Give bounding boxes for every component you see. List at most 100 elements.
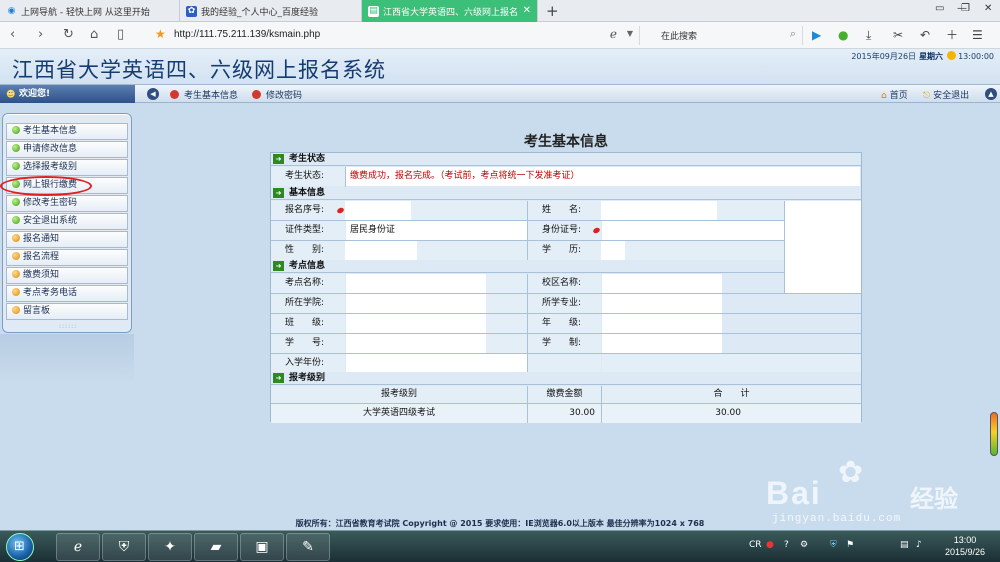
favorite-star-icon[interactable]: ★: [155, 27, 166, 41]
tray-volume-icon[interactable]: ♪: [916, 540, 922, 550]
redacted-block: [345, 241, 417, 260]
site-title: 江西省大学英语四、六级网上报名系统: [12, 58, 386, 82]
campus-label: 校区名称:: [528, 274, 601, 293]
bullet-icon: [12, 162, 20, 170]
tray-help-icon[interactable]: ?: [784, 540, 789, 550]
id-no-value: [602, 221, 784, 240]
play-icon[interactable]: ▶: [812, 27, 821, 43]
site-header: 江西省大学英语四、六级网上报名系统 2015年09月26日 星期六 13:00:00: [0, 49, 1000, 85]
menu-item-change-password[interactable]: 修改密码: [252, 88, 302, 101]
student-no-value: [346, 334, 486, 353]
taskbar-folder-icon[interactable]: ▰: [194, 533, 238, 561]
page-footer: 版权所有：江西省教育考试院 Copyright @ 2015 要求使用：IE浏览…: [295, 519, 705, 528]
bullet-icon: [12, 288, 20, 296]
back-icon[interactable]: ‹: [10, 27, 15, 43]
chat-icon[interactable]: ●: [838, 27, 848, 43]
sidebar-item-process[interactable]: 报名流程: [6, 249, 128, 266]
download-icon[interactable]: ⤓: [866, 27, 871, 43]
watermark-brand: Bai: [766, 475, 822, 511]
user-icon: ☻: [6, 90, 16, 100]
sidebar-item-change-password[interactable]: 修改考生密码: [6, 195, 128, 212]
bullet-icon: [12, 252, 20, 260]
sidebar-item-logout[interactable]: 安全退出系统: [6, 213, 128, 230]
taskbar-game-icon[interactable]: ✦: [148, 533, 192, 561]
tab-navigation[interactable]: ◉ 上网导航 - 轻快上网 从这里开始: [0, 0, 180, 22]
menu-item-logout[interactable]: ⎋ 安全退出: [923, 88, 969, 101]
restore-window-icon[interactable]: ❐: [961, 3, 970, 14]
ie-engine-icon[interactable]: ℯ: [610, 27, 617, 41]
sidebar-item-student-info[interactable]: 考生基本信息: [6, 123, 128, 140]
close-window-icon[interactable]: ✕: [984, 3, 992, 14]
site-name-label: 考点名称:: [271, 274, 345, 293]
taskbar-shield-icon[interactable]: ⛨: [102, 533, 146, 561]
gender-label: 性 别:: [271, 241, 345, 260]
fee-row-total: 30.00: [602, 404, 861, 423]
sidebar-item-select-level[interactable]: 选择报考级别: [6, 159, 128, 176]
grid-line: [784, 201, 785, 293]
home-icon[interactable]: ⌂: [90, 27, 98, 43]
search-input[interactable]: 在此搜索: [661, 29, 697, 42]
empty-cell: [602, 354, 861, 373]
taskbar-screen-icon[interactable]: ▣: [240, 533, 284, 561]
tray-input-icon[interactable]: ●: [766, 540, 774, 550]
annotation-circle: [0, 176, 92, 196]
add-icon[interactable]: ＋: [946, 27, 958, 43]
bullet-icon: [12, 306, 20, 314]
taskbar-paint-icon[interactable]: ✎: [286, 533, 330, 561]
clock-icon: [947, 51, 957, 60]
grid-line: [527, 386, 528, 423]
tab-registration-system[interactable]: ▤ 江西省大学英语四、六级网上报名系 ✕: [362, 0, 538, 22]
new-tab-button[interactable]: +: [546, 2, 559, 20]
refresh-icon[interactable]: ↻: [63, 27, 74, 43]
windows-logo-icon: ⊞: [14, 539, 25, 554]
tab-baidu-jingyan[interactable]: ✿ 我的经验_个人中心_百度经验: [180, 0, 362, 22]
menu-item-student-info[interactable]: 考生基本信息: [170, 88, 238, 101]
sidebar-item-site-phone[interactable]: 考点考务电话: [6, 285, 128, 302]
welcome-text: 欢迎您!: [19, 89, 51, 99]
side-menu-shadow: [0, 334, 134, 384]
id-type-value: 居民身份证: [346, 221, 527, 240]
student-info-table: ➜ 考生状态 考生状态: 缴费成功，报名完成。（考试前，考点将统一下发准考证） ➜…: [270, 152, 862, 423]
taskbar-ie-icon[interactable]: ℯ: [56, 533, 100, 561]
undo-icon[interactable]: ↶: [920, 27, 930, 43]
tray-settings-icon[interactable]: ⚙: [800, 540, 808, 550]
scroll-top-icon[interactable]: ▲: [985, 88, 997, 100]
menu-item-home[interactable]: ⌂ 首页: [881, 88, 908, 101]
reading-mode-icon[interactable]: ▯: [117, 27, 124, 43]
resize-grip[interactable]: ::::::: [59, 323, 77, 330]
forward-icon[interactable]: ›: [38, 27, 43, 43]
tray-language[interactable]: CR: [749, 540, 762, 550]
redacted-block: [601, 241, 625, 260]
search-icon[interactable]: ⌕: [790, 27, 796, 41]
tray-shield-icon[interactable]: ⛨: [830, 540, 837, 550]
bullet-icon: [12, 234, 20, 242]
chevron-down-icon[interactable]: ▼: [627, 29, 633, 38]
search-box[interactable]: 在此搜索 ⌕: [657, 26, 803, 45]
section-header-status: ➜ 考生状态: [271, 153, 861, 166]
grid-line: [271, 353, 861, 354]
fee-header-level: 报考级别: [271, 386, 527, 403]
collapse-sidebar-icon[interactable]: ◀: [147, 88, 159, 100]
start-button[interactable]: ⊞: [6, 533, 34, 561]
menu-icon[interactable]: ☰: [972, 27, 983, 43]
menu-bar: ☻ 欢迎您! ◀ 考生基本信息 修改密码 ⌂ 首页 ⎋ 安全退出 ▲: [0, 85, 1000, 103]
browser-toolbar: ‹ › ↻ ⌂ ▯ ★ http://111.75.211.139/ksmain…: [0, 22, 1000, 49]
address-bar[interactable]: ★ http://111.75.211.139/ksmain.php ℯ ▼: [150, 26, 640, 45]
scissors-icon[interactable]: ✂: [893, 27, 903, 43]
tray-network-icon[interactable]: ▤: [900, 540, 909, 550]
sidebar-item-notice[interactable]: 报名通知: [6, 231, 128, 248]
sidebar-item-message-board[interactable]: 留言板: [6, 303, 128, 320]
bullet-icon: [12, 144, 20, 152]
sidebar-item-apply-modify[interactable]: 申请修改信息: [6, 141, 128, 158]
home-page-icon: ⌂: [881, 91, 887, 101]
window-menu-icon[interactable]: ▭: [935, 3, 944, 14]
scroll-indicator[interactable]: [990, 412, 998, 456]
grid-line: [345, 167, 346, 187]
taskbar-clock[interactable]: 13:00 2015/9/26: [940, 534, 990, 558]
address-url[interactable]: http://111.75.211.139/ksmain.php: [174, 29, 320, 40]
tray-flag-icon[interactable]: ⚑: [846, 540, 854, 550]
sidebar-item-fee-notice[interactable]: 缴费须知: [6, 267, 128, 284]
close-tab-icon[interactable]: ✕: [523, 5, 531, 16]
empty-cell: [528, 354, 601, 373]
status-value: 缴费成功，报名完成。（考试前，考点将统一下发准考证）: [346, 167, 860, 186]
